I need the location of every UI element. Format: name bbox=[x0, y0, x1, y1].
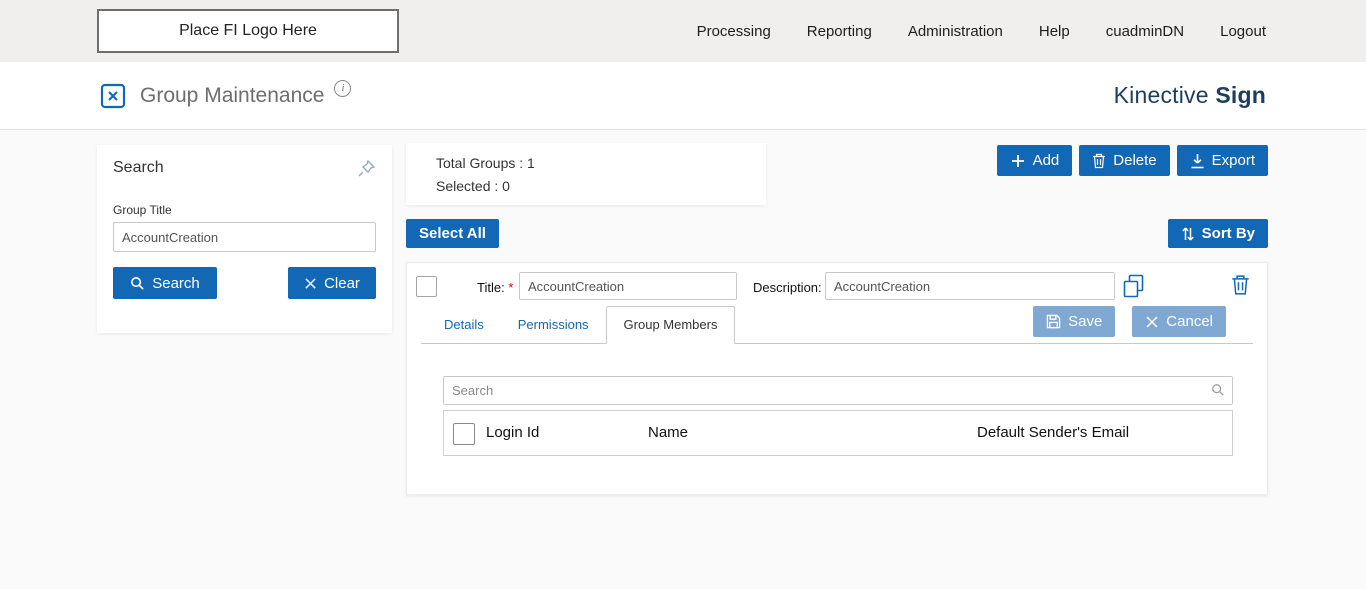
add-button[interactable]: Add bbox=[996, 145, 1073, 176]
nav-reporting[interactable]: Reporting bbox=[807, 23, 872, 40]
group-row-checkbox[interactable] bbox=[416, 276, 437, 297]
title-label-text: Title: bbox=[477, 280, 505, 295]
download-icon bbox=[1191, 153, 1204, 168]
cancel-x-icon bbox=[1146, 315, 1158, 328]
nav-administration[interactable]: Administration bbox=[908, 23, 1003, 40]
cancel-button[interactable]: Cancel bbox=[1132, 306, 1226, 337]
search-panel: Search Group Title Search bbox=[97, 145, 392, 333]
total-groups-text: Total Groups : 1 bbox=[436, 155, 535, 171]
tab-permissions[interactable]: Permissions bbox=[501, 307, 606, 343]
copy-icon[interactable] bbox=[1121, 273, 1146, 300]
fi-logo-text: Place FI Logo Here bbox=[179, 22, 317, 39]
members-search-icon[interactable] bbox=[1211, 383, 1225, 397]
top-nav: Processing Reporting Administration Help… bbox=[697, 23, 1266, 40]
select-all-label: Select All bbox=[419, 225, 486, 242]
title-input[interactable] bbox=[519, 272, 737, 300]
clear-button[interactable]: Clear bbox=[288, 267, 376, 299]
fi-logo-placeholder: Place FI Logo Here bbox=[97, 9, 399, 53]
description-input[interactable] bbox=[825, 272, 1115, 300]
delete-button-label: Delete bbox=[1113, 152, 1157, 169]
description-label: Description: * bbox=[753, 280, 830, 295]
search-button[interactable]: Search bbox=[113, 267, 217, 299]
search-button-label: Search bbox=[152, 274, 200, 292]
members-search-input[interactable] bbox=[443, 376, 1233, 405]
tab-details[interactable]: Details bbox=[427, 307, 501, 343]
save-button[interactable]: Save bbox=[1033, 306, 1116, 337]
group-maintenance-icon bbox=[100, 83, 126, 109]
tab-group-members[interactable]: Group Members bbox=[605, 306, 736, 344]
nav-processing[interactable]: Processing bbox=[697, 23, 771, 40]
column-login-id: Login Id bbox=[486, 424, 540, 441]
brand-logo: Kinective Sign bbox=[1114, 82, 1266, 109]
page-title: Group Maintenance bbox=[140, 83, 325, 107]
title-required-marker: * bbox=[508, 280, 514, 295]
save-icon bbox=[1046, 314, 1061, 329]
pin-icon[interactable] bbox=[356, 159, 376, 179]
group-actions: Add Delete Export bbox=[996, 145, 1268, 176]
info-icon[interactable]: i bbox=[334, 80, 352, 97]
column-name: Name bbox=[648, 424, 689, 441]
summary-panel: Total Groups : 1 Selected : 0 bbox=[406, 143, 766, 205]
brand-bold: Sign bbox=[1215, 82, 1266, 108]
save-cancel-buttons: Save Cancel bbox=[1033, 306, 1226, 337]
export-button[interactable]: Export bbox=[1176, 145, 1268, 176]
cancel-button-label: Cancel bbox=[1166, 313, 1213, 330]
group-row: Title: * Description: * Details Permissi… bbox=[406, 262, 1268, 495]
page-header: Group Maintenance i Kinective Sign bbox=[0, 62, 1366, 130]
nav-help[interactable]: Help bbox=[1039, 23, 1070, 40]
save-button-label: Save bbox=[1068, 313, 1103, 330]
sort-icon bbox=[1181, 226, 1194, 241]
sort-by-label: Sort By bbox=[1201, 225, 1255, 242]
title-label: Title: * bbox=[477, 280, 513, 295]
members-search bbox=[443, 376, 1233, 405]
description-label-text: Description: bbox=[753, 280, 822, 295]
plus-icon bbox=[1011, 154, 1024, 167]
group-title-input[interactable] bbox=[113, 222, 376, 252]
top-bar: Place FI Logo Here Processing Reporting … bbox=[0, 0, 1366, 62]
search-panel-title: Search bbox=[113, 159, 164, 176]
members-select-all-checkbox[interactable] bbox=[453, 423, 475, 445]
add-button-label: Add bbox=[1032, 152, 1060, 169]
column-default-senders-email: Default Sender's Email bbox=[977, 424, 1130, 441]
nav-username[interactable]: cuadminDN bbox=[1106, 23, 1184, 40]
members-table-header: Login Id Name Default Sender's Email bbox=[443, 410, 1233, 456]
clear-button-label: Clear bbox=[324, 274, 360, 292]
trash-icon bbox=[1093, 153, 1106, 168]
content-area: Search Group Title Search bbox=[0, 130, 1366, 589]
nav-logout[interactable]: Logout bbox=[1220, 23, 1266, 40]
export-button-label: Export bbox=[1211, 152, 1255, 169]
delete-button[interactable]: Delete bbox=[1079, 145, 1170, 176]
select-all-button[interactable]: Select All bbox=[406, 219, 499, 248]
brand-regular: Kinective bbox=[1113, 82, 1209, 108]
sort-by-button[interactable]: Sort By bbox=[1167, 219, 1268, 248]
search-icon bbox=[131, 276, 144, 290]
row-trash-icon[interactable] bbox=[1231, 274, 1250, 296]
group-title-label: Group Title bbox=[113, 203, 172, 217]
x-icon bbox=[305, 277, 316, 289]
selected-count-text: Selected : 0 bbox=[436, 178, 510, 194]
